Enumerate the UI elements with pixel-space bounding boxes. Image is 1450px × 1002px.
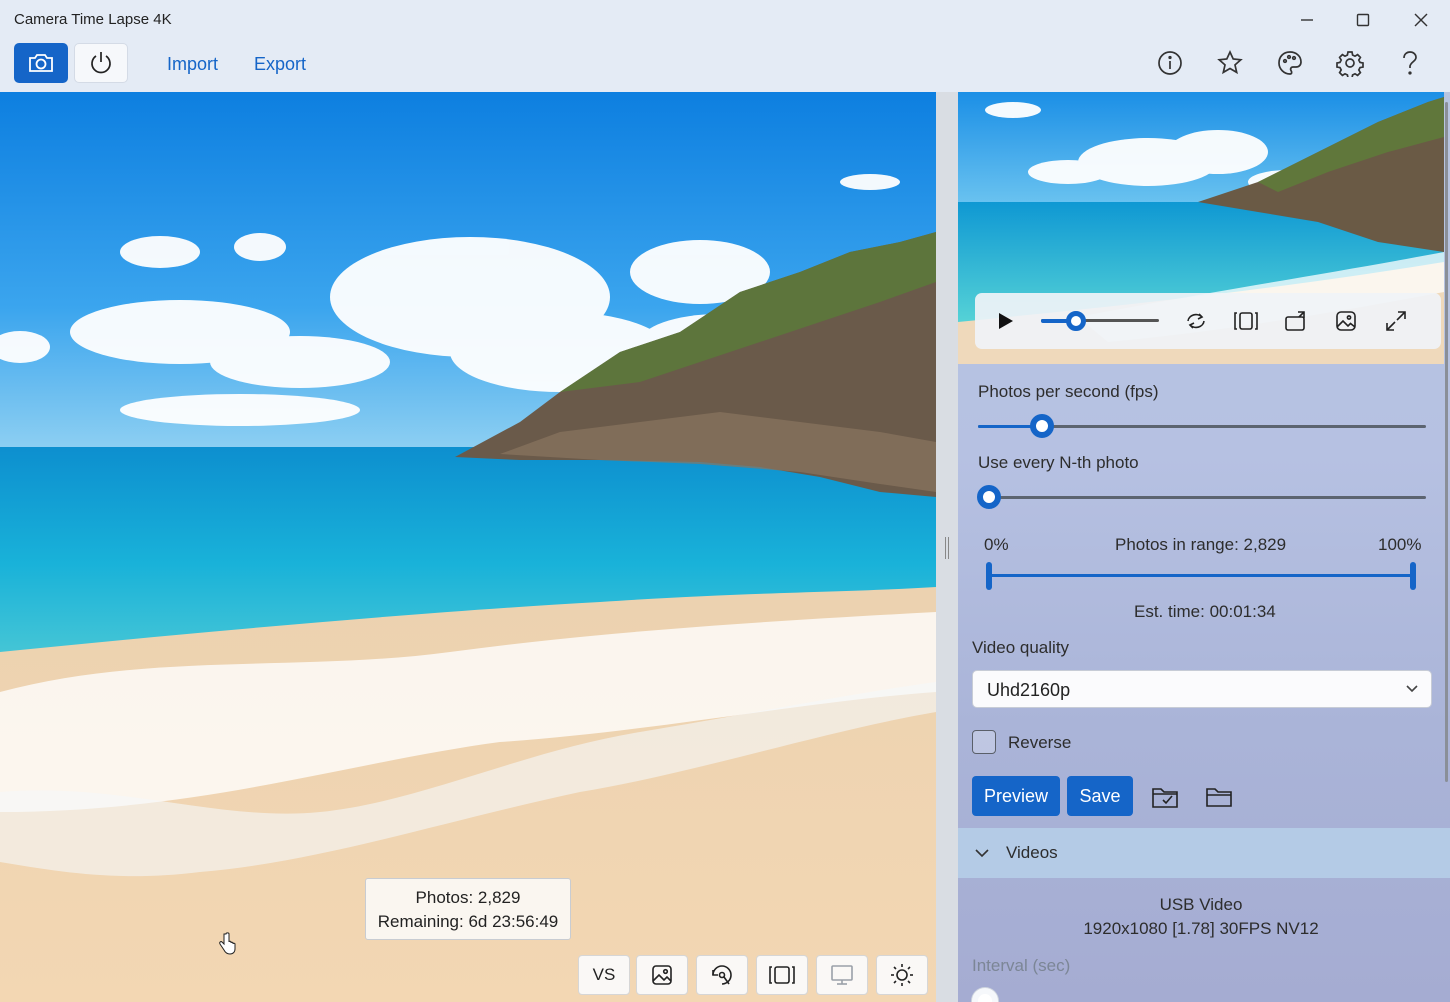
- playback-knob[interactable]: [1066, 311, 1086, 331]
- maximize-button[interactable]: [1334, 0, 1392, 40]
- capture-status-box: Photos: 2,829 Remaining: 6d 23:56:49: [365, 878, 571, 940]
- minimize-icon: [1301, 19, 1313, 21]
- settings-gear-icon: [1336, 51, 1364, 77]
- video-quality-label: Video quality: [972, 638, 1070, 657]
- preview-button[interactable]: Preview: [972, 776, 1060, 816]
- hand-cursor-icon: [219, 932, 236, 955]
- videos-expander[interactable]: Videos: [958, 828, 1450, 878]
- select-output-folder-button[interactable]: [1149, 780, 1183, 814]
- panel-splitter[interactable]: [936, 92, 958, 1002]
- range-start-handle[interactable]: [986, 562, 992, 590]
- range-end-label: 100%: [1378, 535, 1422, 554]
- range-end-handle[interactable]: [1410, 562, 1416, 590]
- save-button[interactable]: Save: [1067, 776, 1133, 816]
- loop-icon: [1187, 313, 1205, 329]
- estimated-time: Est. time: 00:01:34: [1134, 602, 1276, 621]
- maximize-icon: [1356, 13, 1370, 27]
- monitor-icon: [831, 965, 853, 985]
- theme-button[interactable]: [1268, 43, 1312, 83]
- remaining-time: Remaining: 6d 23:56:49: [377, 912, 559, 931]
- player-controls: [975, 293, 1441, 349]
- nth-photo-label: Use every N-th photo: [978, 453, 1139, 472]
- main-toolbar: Import Export: [0, 40, 1450, 92]
- close-icon: [1414, 13, 1428, 27]
- folder-icon: [1206, 788, 1232, 807]
- favorite-button[interactable]: [1208, 43, 1252, 83]
- settings-button[interactable]: [1328, 43, 1372, 83]
- camera-button[interactable]: [14, 43, 68, 83]
- rotate-focus-icon: [712, 965, 732, 985]
- snapshot-preview-button[interactable]: [1330, 305, 1362, 337]
- rotate-button[interactable]: [1280, 305, 1312, 337]
- vs-button[interactable]: VS: [578, 955, 630, 995]
- play-icon: [999, 313, 1013, 329]
- frame-toggle-button[interactable]: [1230, 305, 1262, 337]
- photos-count: Photos: 2,829: [415, 888, 521, 907]
- power-icon: [91, 52, 111, 74]
- image-icon: [1336, 311, 1356, 331]
- rotate-icon: [1285, 311, 1305, 331]
- close-button[interactable]: [1392, 0, 1450, 40]
- video-quality-value: Uhd2160p: [987, 680, 1071, 700]
- palette-icon: [1278, 51, 1302, 75]
- beach-image: [0, 92, 936, 1002]
- fps-slider[interactable]: [978, 414, 1426, 438]
- info-icon: [1158, 51, 1182, 75]
- open-folder-button[interactable]: [1203, 780, 1237, 814]
- frame-button[interactable]: [756, 955, 808, 995]
- reverse-checkbox[interactable]: [972, 730, 996, 754]
- playback-slider[interactable]: [1041, 311, 1159, 331]
- fps-label: Photos per second (fps): [978, 382, 1159, 401]
- brightness-icon: [891, 964, 913, 986]
- frame-icon: [1234, 312, 1258, 330]
- device-name: USB Video: [1159, 895, 1243, 914]
- export-link[interactable]: Export: [254, 54, 306, 75]
- display-button[interactable]: [816, 955, 868, 995]
- reverse-label: Reverse: [1008, 733, 1072, 752]
- power-button[interactable]: [74, 43, 128, 83]
- camera-view[interactable]: Photos: 2,829 Remaining: 6d 23:56:49 VS: [0, 92, 936, 1002]
- folder-check-icon: [1152, 788, 1178, 808]
- chevron-down-icon: [1406, 685, 1418, 693]
- chevron-down-icon: [975, 849, 989, 858]
- autofocus-button[interactable]: [696, 955, 748, 995]
- device-format: 1920x1080 [1.78] 30FPS NV12: [1083, 919, 1319, 938]
- video-quality-select[interactable]: Uhd2160p: [972, 670, 1432, 708]
- videos-header: Videos: [1006, 843, 1058, 862]
- help-icon: [1403, 51, 1417, 75]
- interval-label: Interval (sec): [972, 956, 1071, 975]
- range-slider[interactable]: [986, 562, 1416, 590]
- title-bar: Camera Time Lapse 4K: [0, 0, 1450, 40]
- help-button[interactable]: [1388, 43, 1432, 83]
- nth-photo-slider[interactable]: [977, 485, 1426, 509]
- fullscreen-icon: [1386, 311, 1406, 331]
- camera-icon: [29, 54, 53, 72]
- settings-panel: Photos per second (fps) Use every N-th p…: [958, 92, 1450, 1002]
- loop-button[interactable]: [1180, 305, 1212, 337]
- vertical-scrollbar[interactable]: [1445, 102, 1448, 782]
- fullscreen-button[interactable]: [1380, 305, 1412, 337]
- snapshot-button[interactable]: [636, 955, 688, 995]
- window-title: Camera Time Lapse 4K: [14, 11, 172, 28]
- minimize-button[interactable]: [1278, 0, 1336, 40]
- brightness-button[interactable]: [876, 955, 928, 995]
- import-link[interactable]: Import: [167, 54, 218, 75]
- frame-icon: [769, 966, 795, 984]
- range-start-label: 0%: [984, 535, 1009, 554]
- interval-knob[interactable]: [972, 988, 998, 1002]
- fps-knob[interactable]: [1029, 414, 1054, 438]
- image-icon: [652, 965, 672, 985]
- video-preview[interactable]: [958, 92, 1444, 364]
- vs-label: VS: [592, 965, 616, 984]
- splitter-grip[interactable]: [945, 537, 949, 559]
- info-button[interactable]: [1148, 43, 1192, 83]
- star-icon: [1217, 49, 1243, 75]
- photos-in-range-label: Photos in range: 2,829: [1115, 535, 1287, 554]
- play-button[interactable]: [989, 305, 1021, 337]
- nth-photo-knob[interactable]: [977, 485, 1001, 509]
